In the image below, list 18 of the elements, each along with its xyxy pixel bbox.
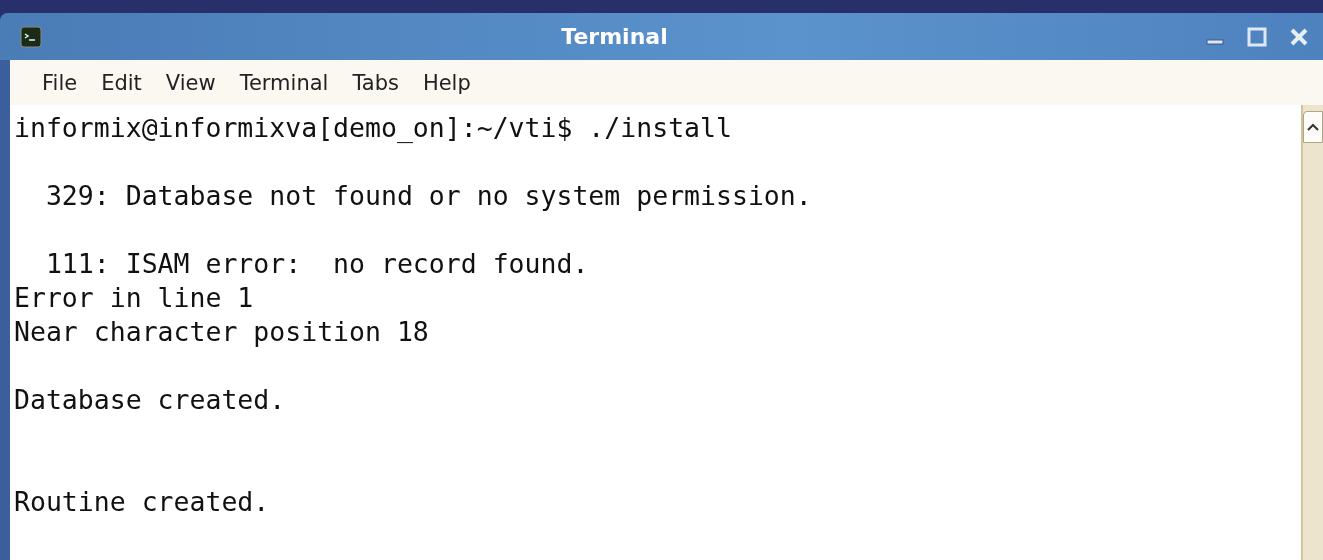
caret-icon [1307, 123, 1319, 131]
menu-item[interactable]: Help [410, 70, 483, 95]
terminal-line: 329: Database not found or no system permission. [44, 179, 813, 213]
menu-item[interactable]: Terminal [227, 70, 341, 95]
scroll-up-button[interactable] [1303, 111, 1323, 143]
menu-item[interactable]: File [30, 70, 90, 95]
menu-item[interactable]: Tabs [340, 70, 411, 95]
terminal-line: Error in line 1 [13, 281, 255, 315]
terminal-line: 111: ISAM error: no record found. [44, 247, 590, 281]
menu-item[interactable]: View [153, 70, 228, 95]
terminal-line: Near character position 18 [13, 315, 430, 349]
terminal-line: informix@informixva[demo_on]:~/vti$ ./install [13, 111, 733, 145]
terminal-line: Database created. [13, 383, 287, 417]
menu-item[interactable]: Edit [89, 70, 154, 95]
terminal-icon [20, 25, 42, 48]
terminal-line: Routine created. [13, 485, 271, 519]
window-title: Terminal [560, 24, 669, 49]
scrollbar[interactable] [1301, 105, 1323, 560]
